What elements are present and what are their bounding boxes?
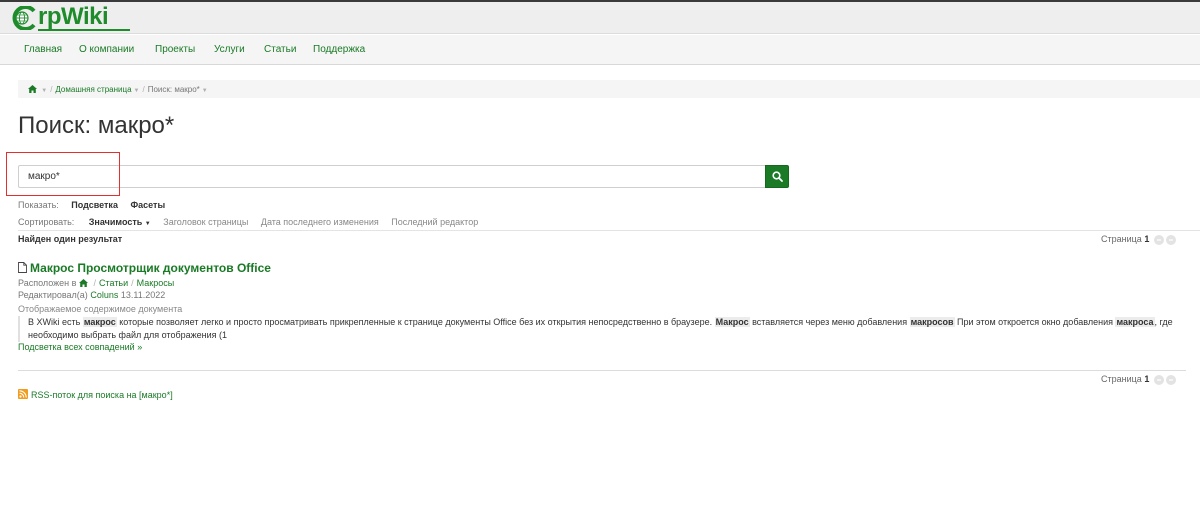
main-navigation: Главная О компании Проекты Услуги Статьи… — [0, 35, 1200, 65]
result-location: Расположен в / Статьи / Макросы — [18, 278, 174, 288]
nav-item-about[interactable]: О компании — [79, 44, 134, 55]
nav-item-support[interactable]: Поддержка — [313, 44, 365, 55]
snippet-highlight: макрос — [82, 317, 117, 327]
snippet-text: В XWiki есть — [28, 317, 83, 327]
search-input[interactable] — [18, 165, 765, 188]
divider — [18, 230, 1200, 231]
breadcrumb-separator: / — [50, 85, 53, 94]
result-title-text: Макрос Просмотрщик документов Office — [30, 261, 271, 275]
home-icon — [78, 279, 88, 287]
pager-label: Страница — [1101, 374, 1142, 384]
location-item-macros[interactable]: Макросы — [137, 278, 175, 288]
next-page-icon[interactable] — [1165, 374, 1176, 385]
show-option-highlight[interactable]: Подсветка — [71, 200, 118, 210]
snippet-highlight: макроса — [1115, 317, 1155, 327]
pager-current: 1 — [1144, 374, 1150, 384]
nav-item-projects[interactable]: Проекты — [155, 44, 195, 55]
pagination-bottom: Страница 1 — [1101, 374, 1176, 385]
result-editor-link[interactable]: Coluns — [90, 290, 118, 300]
previous-page-icon[interactable] — [1153, 374, 1164, 385]
rss-label: RSS-поток для поиска на [макро*] — [31, 390, 173, 400]
snippet-text: вставляется через меню добавления — [749, 317, 910, 327]
snippet-text: При этом откроется окно добавления — [954, 317, 1116, 327]
breadcrumb-item-home-page[interactable]: Домашняя страница — [55, 85, 131, 94]
breadcrumb-separator: / — [142, 85, 145, 94]
nav-item-home[interactable]: Главная — [24, 44, 62, 55]
document-icon — [18, 262, 27, 273]
results-summary: Найден один результат — [18, 234, 123, 244]
previous-page-icon[interactable] — [1153, 234, 1164, 245]
page-title: Поиск: макро* — [18, 112, 175, 139]
sort-option-relevance-label: Значимость — [88, 217, 143, 227]
breadcrumb-home[interactable] — [28, 85, 39, 94]
show-label: Показать: — [18, 200, 59, 210]
chevron-down-icon[interactable]: ▼ — [41, 88, 47, 94]
chevron-down-icon[interactable]: ▼ — [134, 88, 140, 94]
location-item-articles[interactable]: Статьи — [99, 278, 128, 288]
location-label: Расположен в — [18, 278, 77, 288]
nav-item-services[interactable]: Услуги — [214, 44, 245, 55]
result-edited: Редактировал(а) Coluns 13.11.2022 — [18, 290, 165, 300]
location-home[interactable] — [78, 278, 91, 288]
snippet-text: которые позволяет легко и просто просмат… — [116, 317, 715, 327]
sort-label: Сортировать: — [18, 217, 75, 227]
chevron-down-icon[interactable]: ▼ — [202, 88, 208, 94]
show-option-facets[interactable]: Фасеты — [130, 200, 165, 210]
home-icon — [28, 85, 37, 93]
highlight-all-matches-link[interactable]: Подсветка всех совпадений » — [18, 342, 142, 352]
location-separator: / — [93, 278, 96, 288]
logo-underline — [38, 29, 130, 31]
pagination-top: Страница 1 — [1101, 234, 1176, 245]
snippet-highlight: макросов — [909, 317, 955, 327]
breadcrumb: ▼ / Домашняя страница ▼ / Поиск: макро* ▼ — [18, 80, 1200, 98]
pager-label: Страница — [1101, 234, 1142, 244]
pager-current: 1 — [1144, 234, 1150, 244]
search-button[interactable] — [765, 165, 789, 188]
sort-option-last-editor[interactable]: Последний редактор — [391, 217, 478, 227]
sort-option-last-modified[interactable]: Дата последнего изменения — [261, 217, 379, 227]
location-separator: / — [131, 278, 134, 288]
divider — [18, 370, 1186, 371]
sort-option-title[interactable]: Заголовок страницы — [163, 217, 248, 227]
annotation-highlight-box — [6, 152, 120, 196]
show-options: Показать: Подсветка Фасеты — [18, 200, 165, 210]
site-header: rpWiki — [0, 2, 1200, 34]
nav-item-articles[interactable]: Статьи — [264, 44, 296, 55]
search-icon — [772, 171, 783, 182]
rss-feed-link[interactable]: RSS-поток для поиска на [макро*] — [18, 389, 173, 400]
rss-icon — [18, 389, 28, 399]
breadcrumb-item-current: Поиск: макро* — [147, 85, 200, 94]
next-page-icon[interactable] — [1165, 234, 1176, 245]
edited-label: Редактировал(а) — [18, 290, 88, 300]
result-date: 13.11.2022 — [120, 290, 166, 300]
site-logo[interactable]: rpWiki — [8, 3, 130, 33]
snippet-highlight: Макрос — [714, 317, 750, 327]
chevron-down-icon: ▼ — [144, 221, 151, 227]
sort-option-relevance[interactable]: Значимость ▼ — [89, 217, 151, 227]
globe-logo-icon — [12, 6, 36, 30]
result-snippet: В XWiki есть макрос которые позволяет ле… — [18, 316, 1178, 342]
result-content-label: Отображаемое содержимое документа — [18, 304, 183, 314]
logo-text: rpWiki — [38, 3, 109, 30]
sort-options: Сортировать: Значимость ▼ Заголовок стра… — [18, 217, 478, 227]
result-title-link[interactable]: Макрос Просмотрщик документов Office — [18, 261, 271, 275]
